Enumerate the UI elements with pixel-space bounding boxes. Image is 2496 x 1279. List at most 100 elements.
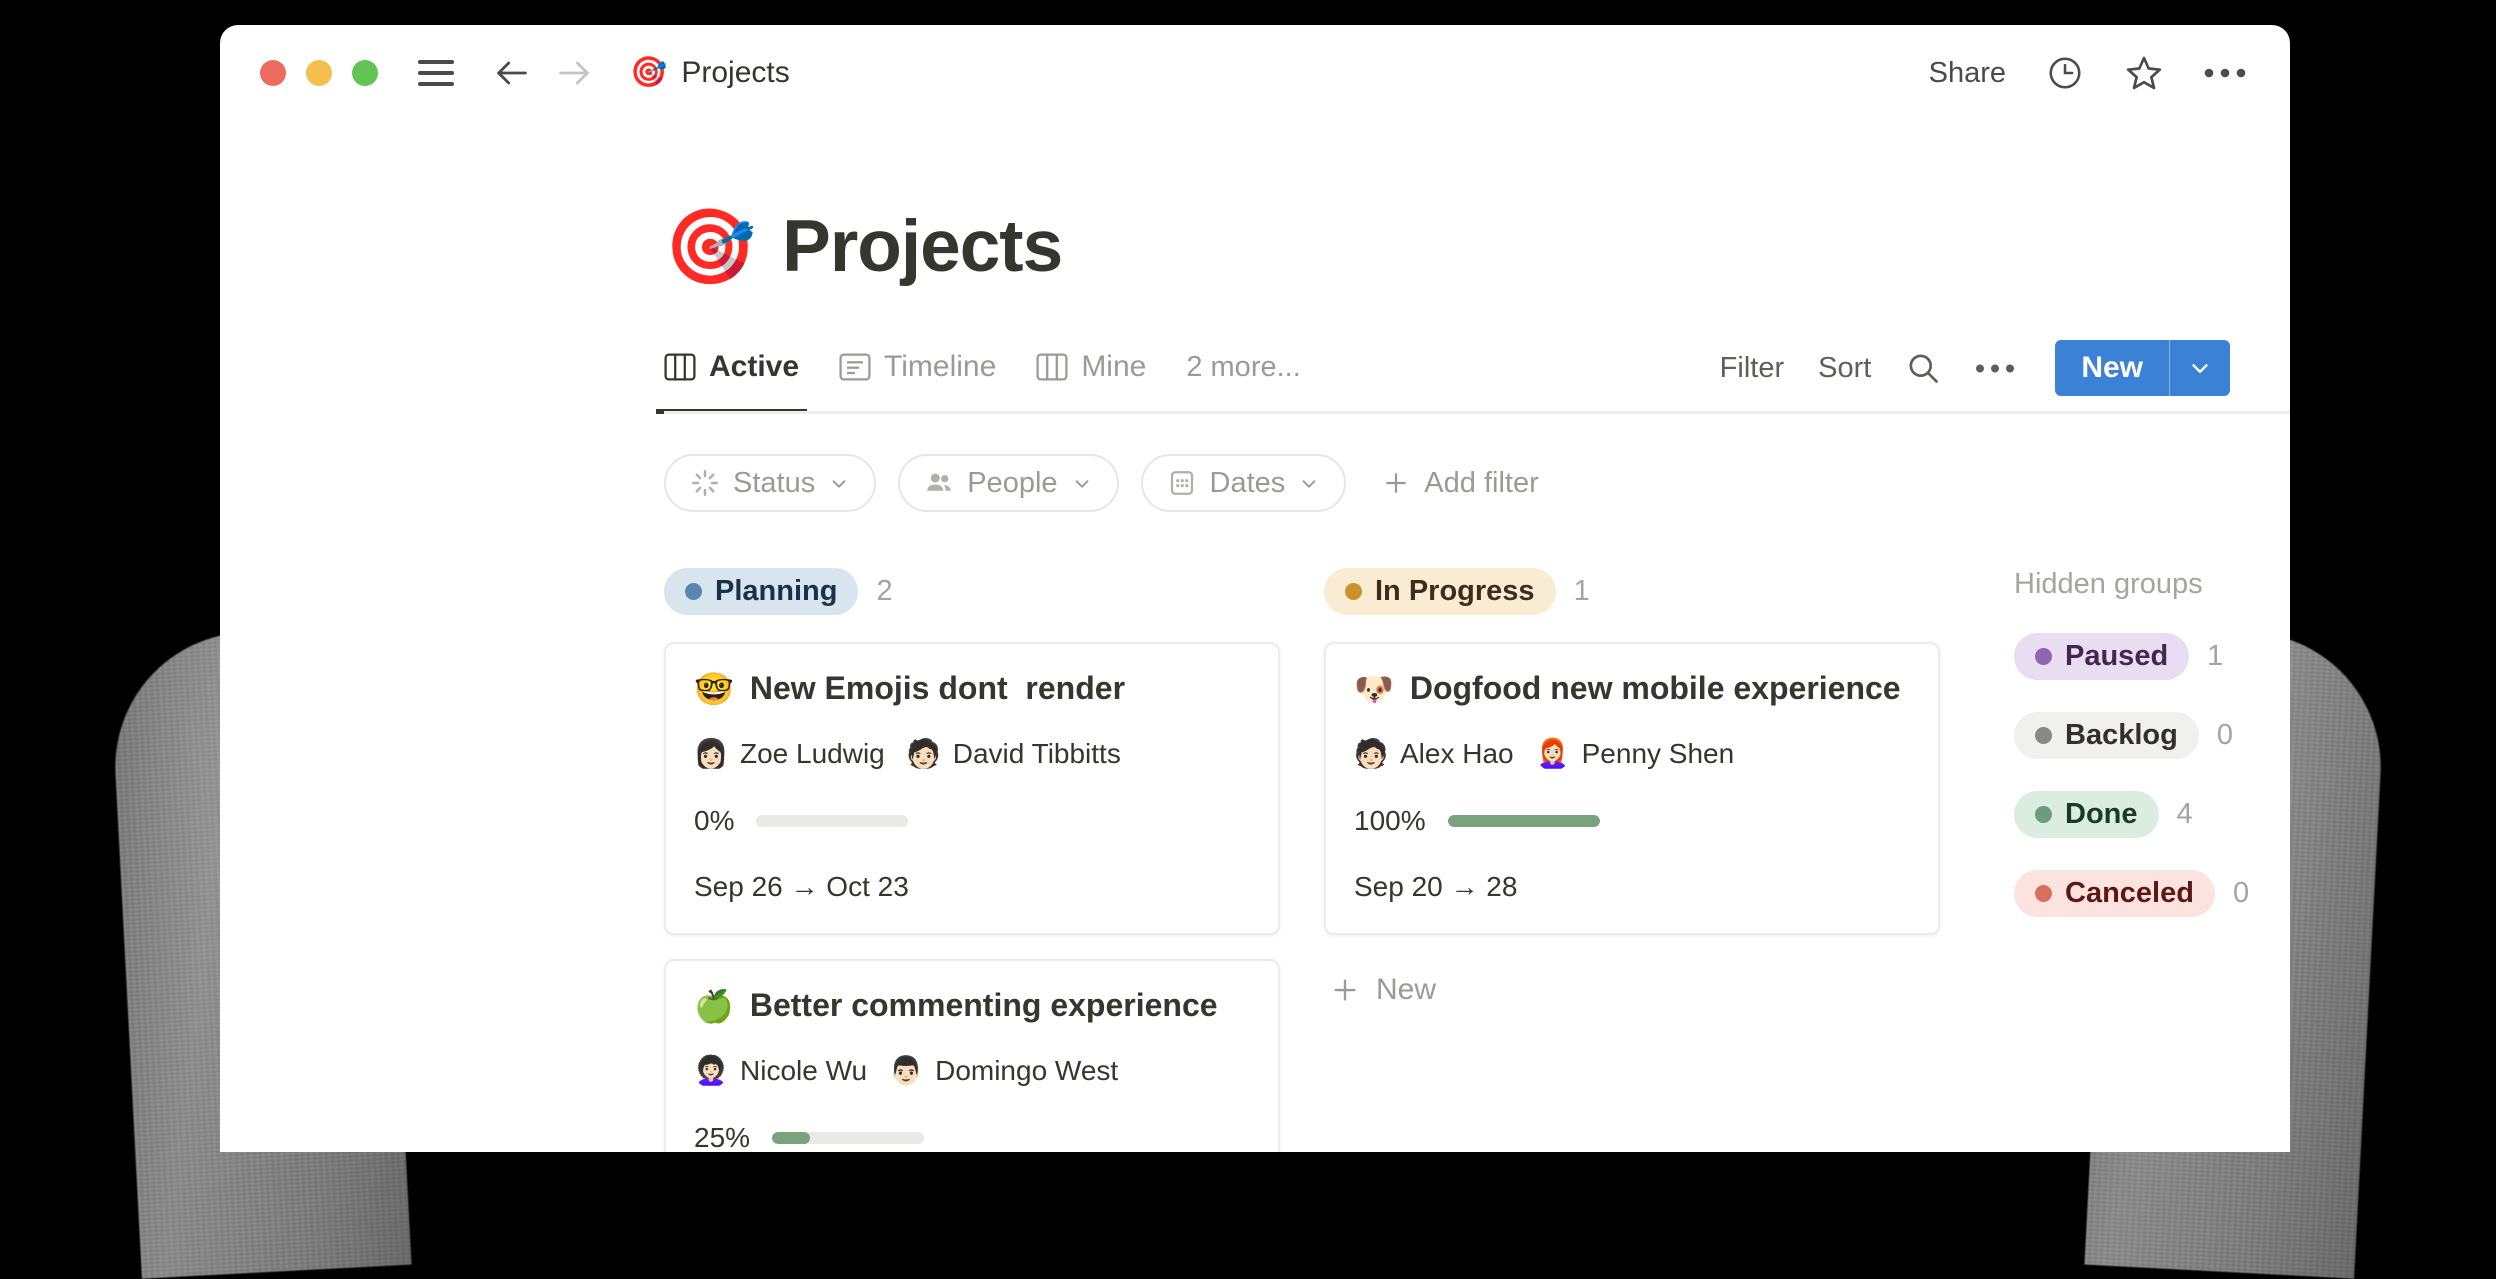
board-card[interactable]: 🐶 Dogfood new mobile experience 🧑🏻 Alex … [1324, 642, 1940, 935]
new-button-group: New [2055, 340, 2230, 396]
progress-bar [772, 1132, 924, 1144]
filter-chip-people[interactable]: People [898, 454, 1118, 512]
hidden-groups-title: Hidden groups [2014, 568, 2249, 601]
page-title-text[interactable]: Projects [782, 205, 1062, 288]
person-name: Zoe Ludwig [740, 738, 885, 770]
person[interactable]: 🧑🏻 David Tibbitts [907, 737, 1121, 771]
maximize-button[interactable] [352, 60, 378, 86]
person-name: David Tibbitts [953, 738, 1121, 770]
avatar: 👨🏻 [889, 1054, 923, 1088]
group-header-planning[interactable]: Planning 2 [664, 564, 1280, 618]
hidden-group-pill[interactable]: Backlog [2014, 712, 2199, 759]
status-dot-icon [2035, 806, 2052, 823]
status-dot-icon [2035, 885, 2052, 902]
more-horizontal-icon[interactable] [2204, 66, 2246, 80]
progress-bar [756, 815, 908, 827]
hidden-group-count: 4 [2177, 798, 2193, 831]
person[interactable]: 👩🏻‍🦱 Nicole Wu [694, 1054, 867, 1088]
tab-mine[interactable]: Mine [1036, 350, 1146, 394]
add-filter-label: Add filter [1424, 467, 1538, 500]
sort-button[interactable]: Sort [1818, 352, 1871, 385]
status-dot-icon [1345, 583, 1362, 600]
hidden-group-label: Paused [2065, 640, 2168, 673]
hidden-group-pill[interactable]: Paused [2014, 633, 2189, 680]
breadcrumb-title: Projects [681, 56, 789, 90]
progress-label: 100% [1354, 805, 1426, 837]
add-card-button[interactable]: New [1324, 963, 1940, 1017]
star-icon[interactable] [2124, 53, 2164, 93]
group-pill-in-progress[interactable]: In Progress [1324, 568, 1556, 615]
filter-chip-status[interactable]: Status [664, 454, 876, 512]
filter-chip-status-label: Status [733, 467, 815, 500]
target-emoji-icon: 🎯 [630, 58, 667, 88]
person[interactable]: 👩🏻 Zoe Ludwig [694, 737, 885, 771]
people-icon [924, 468, 954, 498]
card-people: 👩🏻‍🦱 Nicole Wu 👨🏻 Domingo West [694, 1054, 1250, 1088]
chevron-down-icon [1071, 472, 1093, 494]
person[interactable]: 👩🏻‍🦰 Penny Shen [1536, 737, 1735, 771]
hidden-group-pill[interactable]: Done [2014, 791, 2159, 838]
hamburger-icon[interactable] [418, 53, 458, 93]
share-button[interactable]: Share [1929, 57, 2006, 90]
board-card[interactable]: 🍏 Better commenting experience 👩🏻‍🦱 Nico… [664, 959, 1280, 1152]
add-card-label: New [1376, 973, 1436, 1007]
hidden-group-canceled[interactable]: Canceled 0 [2014, 870, 2249, 917]
view-more-icon[interactable] [1975, 362, 2015, 375]
hidden-groups-panel: Hidden groups Paused 1 Backlog [2014, 564, 2249, 917]
view-toolbar-divider [664, 411, 2290, 414]
filter-chip-people-label: People [967, 467, 1057, 500]
titlebar-actions: Share [1929, 53, 2246, 93]
add-filter-button[interactable]: Add filter [1382, 467, 1538, 500]
minimize-button[interactable] [306, 60, 332, 86]
board-view-icon [664, 353, 696, 381]
person[interactable]: 👨🏻 Domingo West [889, 1054, 1118, 1088]
green-apple-emoji-icon: 🍏 [694, 990, 734, 1022]
board: Planning 2 🤓 New Emojis dont render 👩🏻 [664, 564, 2230, 1152]
chevron-down-icon[interactable] [2170, 340, 2230, 396]
status-dot-icon [2035, 727, 2052, 744]
page-target-emoji-icon[interactable]: 🎯 [664, 210, 756, 284]
chevron-down-icon [1298, 472, 1320, 494]
avatar: 🧑🏻 [1354, 737, 1388, 771]
window-titlebar: 🎯 Projects Share [220, 25, 2290, 121]
navigation-arrows [492, 53, 594, 93]
board-column-planning: Planning 2 🤓 New Emojis dont render 👩🏻 [664, 564, 1280, 1152]
card-dates: Sep 26 → Oct 23 [694, 871, 1250, 903]
hidden-group-backlog[interactable]: Backlog 0 [2014, 712, 2249, 759]
avatar: 👩🏻‍🦱 [694, 1054, 728, 1088]
card-dates: Sep 20 → 28 [1354, 871, 1910, 903]
group-pill-planning[interactable]: Planning [664, 568, 858, 615]
tab-timeline[interactable]: Timeline [839, 350, 996, 394]
back-arrow-icon[interactable] [492, 53, 532, 93]
person[interactable]: 🧑🏻 Alex Hao [1354, 737, 1514, 771]
view-toolbar: Active Timeline [664, 340, 2230, 414]
hidden-group-done[interactable]: Done 4 [2014, 791, 2249, 838]
hidden-group-label: Canceled [2065, 877, 2194, 910]
group-header-in-progress[interactable]: In Progress 1 [1324, 564, 1940, 618]
forward-arrow-icon[interactable] [554, 53, 594, 93]
search-icon[interactable] [1905, 350, 1941, 386]
card-progress: 0% [694, 805, 1250, 837]
hidden-group-paused[interactable]: Paused 1 [2014, 633, 2249, 680]
tab-active[interactable]: Active [664, 350, 799, 394]
filter-chip-dates[interactable]: Dates [1141, 454, 1347, 512]
board-column-in-progress: In Progress 1 🐶 Dogfood new mobile exper… [1324, 564, 1940, 1017]
hidden-group-count: 1 [2207, 640, 2223, 673]
filter-bar: Status [664, 454, 2230, 512]
more-views-button[interactable]: 2 more... [1186, 351, 1300, 394]
avatar: 🧑🏻 [907, 737, 941, 771]
progress-bar [1448, 815, 1600, 827]
board-card[interactable]: 🤓 New Emojis dont render 👩🏻 Zoe Ludwig 🧑… [664, 642, 1280, 935]
board-view-icon [1036, 353, 1068, 381]
clock-icon[interactable] [2046, 54, 2084, 92]
filter-button[interactable]: Filter [1720, 352, 1784, 385]
avatar: 👩🏻 [694, 737, 728, 771]
card-people: 🧑🏻 Alex Hao 👩🏻‍🦰 Penny Shen [1354, 737, 1910, 771]
status-dot-icon [2035, 648, 2052, 665]
breadcrumb[interactable]: 🎯 Projects [630, 56, 790, 90]
hidden-group-pill[interactable]: Canceled [2014, 870, 2215, 917]
new-button[interactable]: New [2055, 340, 2169, 396]
window-controls [260, 60, 378, 86]
person-name: Nicole Wu [740, 1055, 867, 1087]
close-button[interactable] [260, 60, 286, 86]
